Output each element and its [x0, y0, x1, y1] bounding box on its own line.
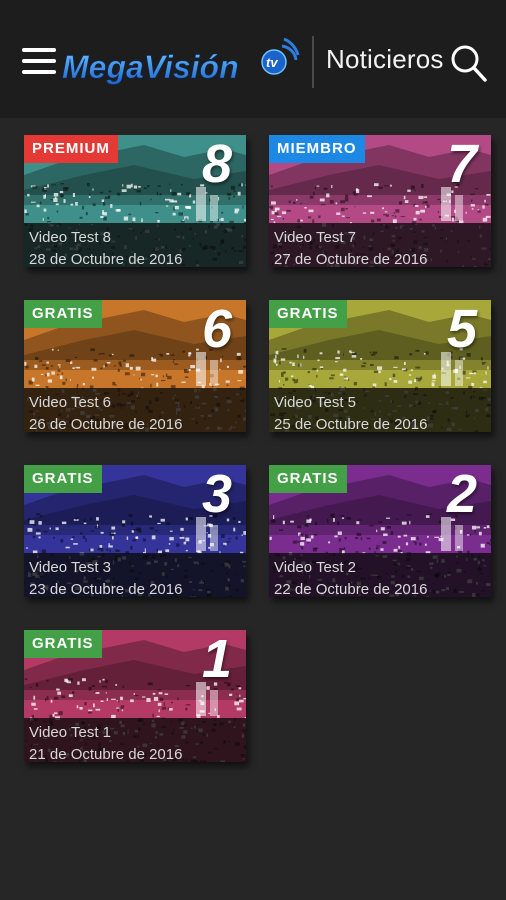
video-card-2[interactable]: GRATIS 2 Video Test 2 22 de Octubre de 2…	[269, 465, 491, 597]
video-title: Video Test 6	[29, 394, 112, 411]
video-card-1[interactable]: GRATIS 1 Video Test 1 21 de Octubre de 2…	[24, 630, 246, 762]
badge-gratis: GRATIS	[269, 465, 347, 493]
video-date: 27 de Octubre de 2016	[274, 251, 428, 267]
video-date: 28 de Octubre de 2016	[29, 251, 183, 267]
video-grid: PREMIUM 8 Video Test 8 28 de Octubre de …	[0, 0, 506, 900]
video-title: Video Test 1	[29, 724, 112, 741]
video-title: Video Test 3	[29, 559, 112, 576]
badge-gratis: GRATIS	[24, 630, 102, 658]
video-card-8[interactable]: PREMIUM 8 Video Test 8 28 de Octubre de …	[24, 135, 246, 267]
badge-miembro: MIEMBRO	[269, 135, 365, 163]
video-card-5[interactable]: GRATIS 5 Video Test 5 25 de Octubre de 2…	[269, 300, 491, 432]
video-card-7[interactable]: MIEMBRO 7 Video Test 7 27 de Octubre de …	[269, 135, 491, 267]
video-title: Video Test 8	[29, 229, 112, 246]
badge-gratis: GRATIS	[269, 300, 347, 328]
video-date: 22 de Octubre de 2016	[274, 581, 428, 597]
video-number: 2	[446, 465, 477, 524]
video-number: 1	[201, 630, 232, 689]
video-date: 21 de Octubre de 2016	[29, 746, 183, 762]
video-date: 25 de Octubre de 2016	[274, 416, 428, 432]
badge-gratis: GRATIS	[24, 300, 102, 328]
video-number: 7	[446, 135, 477, 194]
video-number: 6	[201, 300, 232, 359]
video-title: Video Test 5	[274, 394, 357, 411]
video-card-3[interactable]: GRATIS 3 Video Test 3 23 de Octubre de 2…	[24, 465, 246, 597]
video-number: 8	[201, 135, 232, 194]
video-number: 3	[201, 465, 232, 524]
video-title: Video Test 2	[274, 559, 357, 576]
video-card-6[interactable]: GRATIS 6 Video Test 6 26 de Octubre de 2…	[24, 300, 246, 432]
video-date: 26 de Octubre de 2016	[29, 416, 183, 432]
video-date: 23 de Octubre de 2016	[29, 581, 183, 597]
badge-premium: PREMIUM	[24, 135, 118, 163]
video-number: 5	[446, 300, 477, 359]
video-title: Video Test 7	[274, 229, 357, 246]
badge-gratis: GRATIS	[24, 465, 102, 493]
